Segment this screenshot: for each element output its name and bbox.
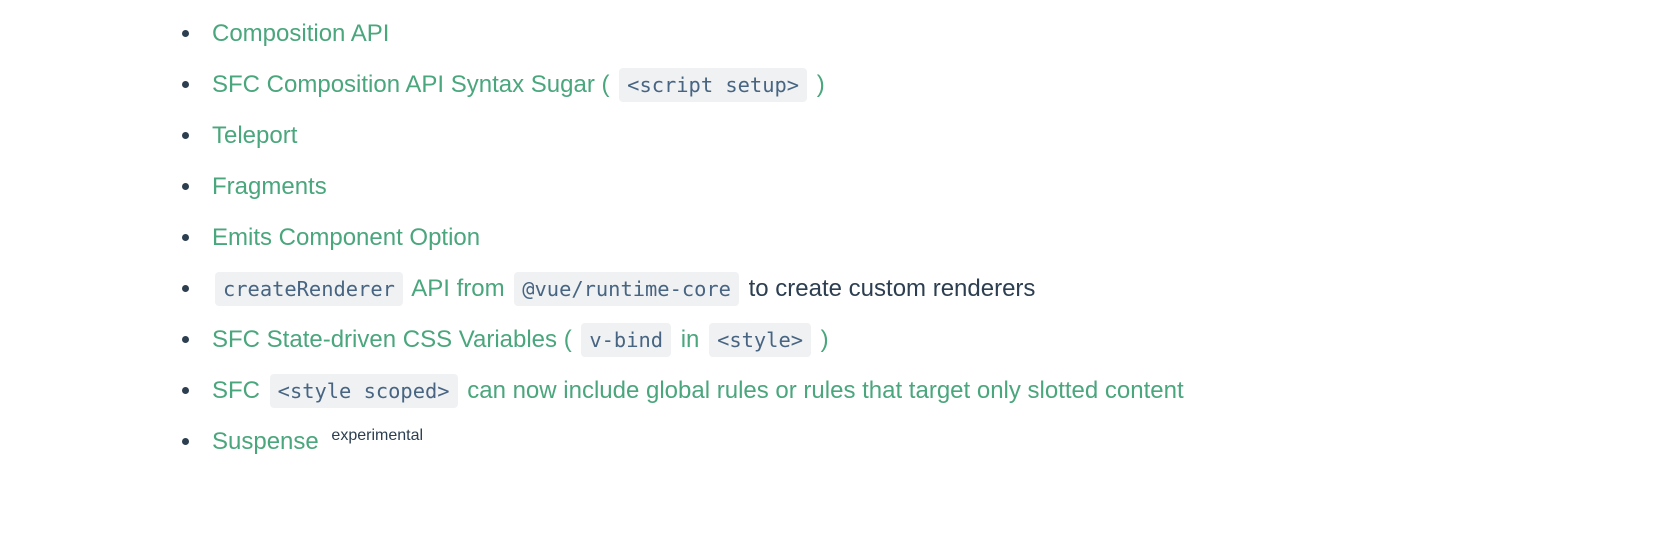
list-item: SFC <style scoped> can now include globa… — [0, 365, 1662, 416]
bullet-icon — [182, 314, 191, 365]
feature-link[interactable]: Fragments — [212, 173, 327, 200]
experimental-badge: experimental — [331, 427, 424, 444]
list-item: Teleport — [0, 110, 1662, 161]
inline-code: <style scoped> — [269, 374, 458, 408]
feature-link[interactable]: SFC Composition API Syntax Sugar ( — [212, 71, 610, 98]
inline-code: <script setup> — [619, 68, 808, 102]
inline-code: createRenderer — [215, 272, 403, 306]
feature-link[interactable]: Teleport — [212, 122, 297, 149]
page-root: Composition API SFC Composition API Synta… — [0, 0, 1662, 542]
plain-text: to create custom renderers — [748, 275, 1036, 302]
feature-link[interactable]: in — [681, 326, 700, 353]
inline-code: @vue/runtime-core — [514, 272, 739, 306]
feature-link[interactable]: ) — [821, 326, 829, 353]
bullet-icon — [182, 161, 191, 212]
bullet-icon — [182, 263, 191, 314]
list-item: SFC Composition API Syntax Sugar ( <scri… — [0, 59, 1662, 110]
bullet-icon — [182, 416, 191, 467]
bullet-icon — [182, 212, 191, 263]
list-item: Composition API — [0, 8, 1662, 59]
feature-link[interactable]: Suspense — [212, 428, 319, 455]
list-item: SFC State-driven CSS Variables ( v-bind … — [0, 314, 1662, 365]
feature-link[interactable]: API from — [411, 275, 504, 302]
feature-list: Composition API SFC Composition API Synta… — [0, 8, 1662, 467]
feature-link[interactable]: SFC — [212, 377, 260, 404]
feature-link[interactable]: ) — [817, 71, 825, 98]
list-item: Emits Component Option — [0, 212, 1662, 263]
feature-link[interactable]: SFC State-driven CSS Variables ( — [212, 326, 572, 353]
bullet-icon — [182, 365, 191, 416]
bullet-icon — [182, 110, 191, 161]
feature-link[interactable]: can now include global rules or rules th… — [467, 377, 1183, 404]
feature-link[interactable]: Composition API — [212, 20, 389, 47]
list-item: Fragments — [0, 161, 1662, 212]
list-item: createRenderer API from @vue/runtime-cor… — [0, 263, 1662, 314]
feature-link[interactable]: Emits Component Option — [212, 224, 480, 251]
inline-code: v-bind — [581, 323, 672, 357]
list-item: Suspense experimental — [0, 416, 1662, 467]
inline-code: <style> — [709, 323, 811, 357]
bullet-icon — [182, 59, 191, 110]
bullet-icon — [182, 8, 191, 59]
